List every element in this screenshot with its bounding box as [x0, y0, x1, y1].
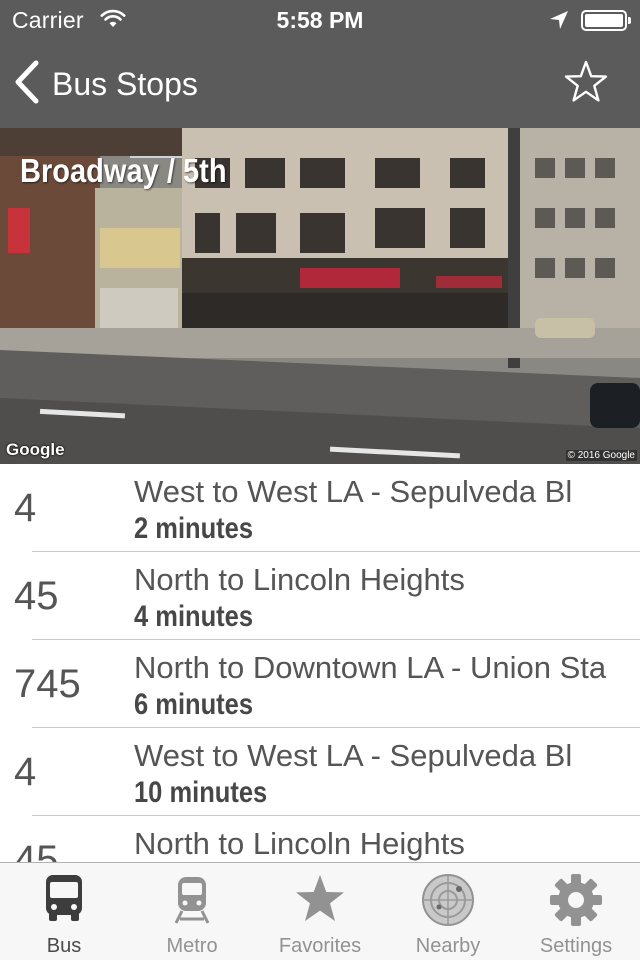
street-view-image[interactable]: Broadway / 5th Google © 2016 Google: [0, 128, 640, 464]
list-item[interactable]: 45 North to Lincoln Heights: [0, 816, 640, 862]
list-item[interactable]: 4 West to West LA - Sepulveda Bl 2 minut…: [0, 464, 640, 552]
arrival-time: 2 minutes: [134, 512, 254, 545]
radar-icon: [421, 873, 475, 932]
tab-metro[interactable]: Metro: [128, 863, 256, 960]
stop-title: Broadway / 5th: [20, 152, 227, 189]
train-icon: [172, 873, 212, 930]
route-number: 45: [14, 838, 59, 862]
chevron-left-icon: [14, 60, 40, 109]
status-time: 5:58 PM: [276, 7, 364, 33]
route-number: 4: [14, 750, 37, 794]
tab-label: Nearby: [415, 935, 481, 957]
list-item[interactable]: 745 North to Downtown LA - Union Sta 6 m…: [0, 640, 640, 728]
favorite-button[interactable]: [562, 58, 610, 106]
arrivals-list[interactable]: 4 West to West LA - Sepulveda Bl 2 minut…: [0, 464, 640, 862]
tab-favorites[interactable]: Favorites: [256, 863, 384, 960]
tab-bar: Bus Metro Favorites Nearby Settings: [0, 862, 640, 960]
route-number: 45: [14, 574, 59, 618]
list-item[interactable]: 45 North to Lincoln Heights 4 minutes: [0, 552, 640, 640]
google-logo: Google: [6, 440, 65, 459]
route-number: 745: [14, 662, 81, 706]
tab-nearby[interactable]: Nearby: [384, 863, 512, 960]
gear-icon: [549, 873, 603, 932]
tab-settings[interactable]: Settings: [512, 863, 640, 960]
route-number: 4: [14, 486, 37, 530]
arrival-time: 10 minutes: [134, 776, 268, 809]
route-destination: West to West LA - Sepulveda Bl: [134, 738, 573, 773]
arrival-time: 6 minutes: [134, 688, 254, 721]
location-arrow-icon: [548, 9, 570, 36]
status-bar: Carrier 5:58 PM: [0, 0, 640, 40]
image-copyright: © 2016 Google: [565, 450, 637, 461]
route-destination: North to Downtown LA - Union Sta: [134, 650, 607, 685]
back-button-label: Bus Stops: [52, 65, 198, 102]
star-outline-icon: [562, 60, 610, 110]
route-destination: North to Lincoln Heights: [134, 826, 465, 861]
route-destination: West to West LA - Sepulveda Bl: [134, 474, 573, 509]
star-icon: [293, 873, 347, 930]
tab-label: Metro: [166, 935, 218, 957]
tab-label: Settings: [539, 935, 613, 957]
tab-label: Bus: [46, 935, 82, 957]
back-button[interactable]: Bus Stops: [14, 60, 198, 108]
tab-label: Favorites: [278, 935, 362, 957]
navigation-bar: Bus Stops: [0, 40, 640, 128]
list-item[interactable]: 4 West to West LA - Sepulveda Bl 10 minu…: [0, 728, 640, 816]
route-destination: North to Lincoln Heights: [134, 562, 465, 597]
battery-icon: [581, 10, 631, 31]
bus-icon: [42, 873, 86, 930]
tab-bus[interactable]: Bus: [0, 863, 128, 960]
top-bar: Carrier 5:58 PM Bus Stops: [0, 0, 640, 128]
arrival-time: 4 minutes: [134, 600, 254, 633]
